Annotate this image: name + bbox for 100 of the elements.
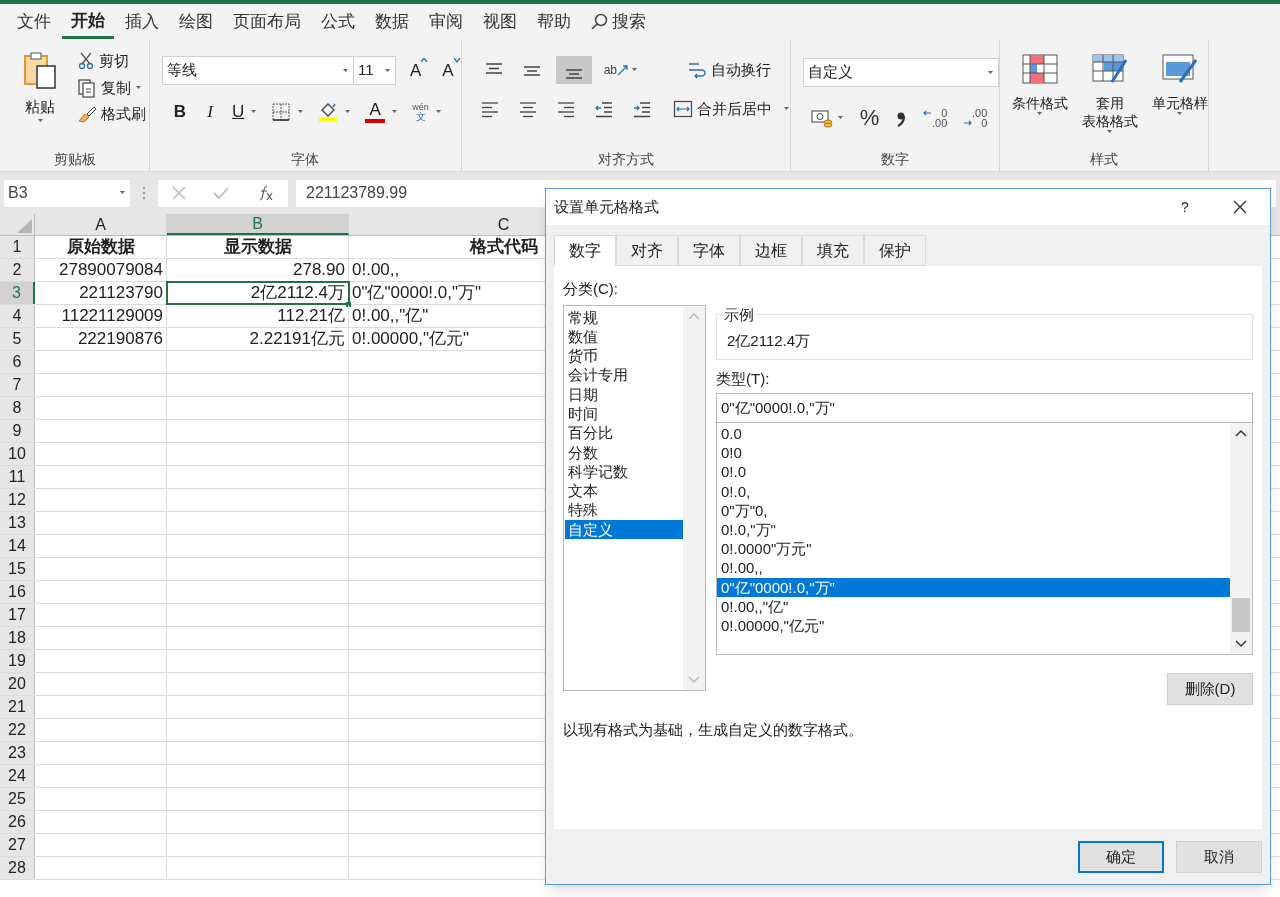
conditional-format-button[interactable]: 条件格式 [1011, 54, 1068, 116]
menu-tab[interactable]: 审阅 [420, 5, 472, 39]
menu-tab[interactable]: 文件 [8, 5, 60, 39]
type-item[interactable]: 0!.0 [717, 462, 1230, 482]
ok-button[interactable]: 确定 [1078, 841, 1164, 873]
type-item[interactable]: 0"万"0, [717, 500, 1230, 520]
menu-tab[interactable]: 数据 [366, 5, 418, 39]
dialog-tab[interactable]: 字体 [678, 235, 740, 266]
menu-tab[interactable]: 绘图 [170, 5, 222, 39]
delete-button[interactable]: 删除(D) [1167, 673, 1253, 705]
table-cell-text: 112.21亿 [277, 305, 345, 328]
menu-tab[interactable]: 视图 [474, 5, 526, 39]
type-input[interactable]: 0"亿"0000!.0,"万" [716, 393, 1253, 423]
fill-handle[interactable] [346, 302, 351, 307]
group-label: 剪贴板 [53, 149, 96, 169]
phonetic-guide-button[interactable]: wén 文 [412, 102, 429, 121]
menu-tab[interactable]: 插入 [116, 5, 168, 39]
dialog-tab[interactable]: 数字 [554, 235, 616, 266]
name-box[interactable]: B3 [4, 179, 130, 207]
category-item[interactable]: 特殊 [565, 500, 683, 520]
search-button[interactable]: 搜索 [582, 7, 654, 37]
copy-button[interactable]: 复制 [74, 76, 149, 99]
decrease-decimal-button[interactable]: .00 0 [963, 107, 988, 128]
merge-cells-icon [672, 99, 693, 120]
cut-button[interactable]: 剪切 [74, 50, 149, 73]
type-item[interactable]: 0!.0,"万" [717, 519, 1230, 540]
column-header[interactable]: A [95, 212, 106, 237]
wrap-text-button[interactable]: 自动换行 [684, 58, 775, 82]
category-item[interactable]: 时间 [565, 404, 683, 424]
table-cell-text: 27890079084 [59, 259, 163, 282]
category-item[interactable]: 数值 [565, 326, 683, 347]
paste-button[interactable]: 粘贴 [14, 50, 66, 126]
type-item[interactable]: 0!.00,,"亿" [717, 596, 1230, 616]
dialog-tab[interactable]: 填充 [802, 235, 864, 266]
decrease-indent-button[interactable] [593, 100, 614, 119]
table-cell-text: 221123790 [79, 282, 163, 305]
font-color-button[interactable]: A [365, 100, 386, 123]
column-header[interactable]: B [252, 211, 263, 236]
caret-icon [782, 107, 790, 112]
cancel-button[interactable]: 取消 [1176, 841, 1262, 873]
caret-icon [1036, 112, 1044, 116]
category-item[interactable]: 日期 [565, 384, 683, 404]
left-align-button[interactable] [479, 100, 500, 119]
colored-grid-icon [1021, 54, 1058, 84]
type-item[interactable]: 0!.0000"万元" [717, 539, 1230, 559]
diagonal-arrow-icon [617, 64, 630, 76]
format-painter-button[interactable]: 格式刷 [74, 103, 149, 126]
decrease-indent-icon [593, 100, 614, 119]
type-item[interactable]: 0!.00,, [717, 558, 1230, 578]
category-item[interactable]: 货币 [565, 346, 683, 366]
table-cell-text: 0!.00000,"亿元" [352, 328, 469, 351]
increase-indent-icon [631, 100, 652, 119]
dialog-tab[interactable]: 对齐 [616, 235, 678, 266]
border-icon [271, 101, 292, 122]
wrap-text-icon [687, 60, 708, 80]
help-button[interactable]: ? [1160, 196, 1210, 218]
table-format-button[interactable]: 套用 表格格式 [1081, 54, 1138, 134]
scrollbar[interactable] [683, 305, 705, 690]
bottom-align-button[interactable] [555, 56, 592, 84]
category-item[interactable]: 分数 [565, 442, 683, 462]
dialog-tab[interactable]: 边框 [740, 235, 802, 266]
category-item[interactable]: 常规 [565, 307, 683, 327]
increase-decimal-button[interactable]: 0 .00 [923, 107, 948, 128]
category-item[interactable]: 会计专用 [565, 365, 683, 385]
increase-indent-button[interactable] [631, 100, 652, 119]
category-item[interactable]: 科学记数 [565, 461, 683, 482]
type-item[interactable]: 0!.00000,"亿元" [717, 615, 1230, 636]
bold-button[interactable]: B [172, 99, 188, 125]
italic-button[interactable]: I [202, 99, 218, 125]
menu-tab[interactable]: 公式 [312, 5, 364, 39]
category-item[interactable]: 百分比 [565, 423, 683, 443]
category-item[interactable]: 自定义 [565, 519, 683, 540]
dialog-tab[interactable]: 保护 [864, 235, 926, 266]
grow-font-button[interactable]: A [410, 57, 429, 84]
type-item[interactable]: 0!.0, [717, 481, 1230, 501]
column-header[interactable]: C [497, 212, 510, 237]
cell-styles-button[interactable]: 单元格样 [1151, 54, 1208, 116]
category-item[interactable]: 文本 [565, 481, 683, 501]
type-item[interactable]: 0"亿"0000!.0,"万" [717, 577, 1230, 597]
scrollbar[interactable] [1230, 423, 1252, 654]
font-size-dropdown[interactable]: 11 [354, 56, 396, 85]
percent-button[interactable]: % [859, 101, 880, 134]
center-align-button[interactable] [517, 100, 538, 119]
cancel-icon [171, 186, 186, 200]
sample-value: 2亿2112.4万 [727, 331, 811, 352]
table-cell-text: 11221129009 [61, 305, 163, 328]
font-name-dropdown[interactable]: 等线 [162, 56, 354, 85]
bottom-align-icon [564, 69, 583, 79]
scroll-thumb[interactable] [1232, 598, 1250, 632]
merge-center-button[interactable]: 合并后居中 [669, 98, 775, 121]
number-format-dropdown[interactable]: 自定义 [802, 58, 999, 87]
table-cell-text: 2亿2112.4万 [250, 282, 345, 305]
menu-tab[interactable]: 页面布局 [224, 5, 310, 39]
right-align-button[interactable] [555, 100, 576, 119]
orientation-button[interactable]: ab [603, 61, 630, 79]
type-item[interactable]: 0!0 [717, 443, 1230, 463]
menu-tab[interactable]: 帮助 [528, 5, 580, 39]
shrink-font-button[interactable]: A [442, 57, 461, 84]
type-item[interactable]: 0.0 [717, 424, 1230, 444]
underline-button[interactable]: U [232, 99, 245, 125]
